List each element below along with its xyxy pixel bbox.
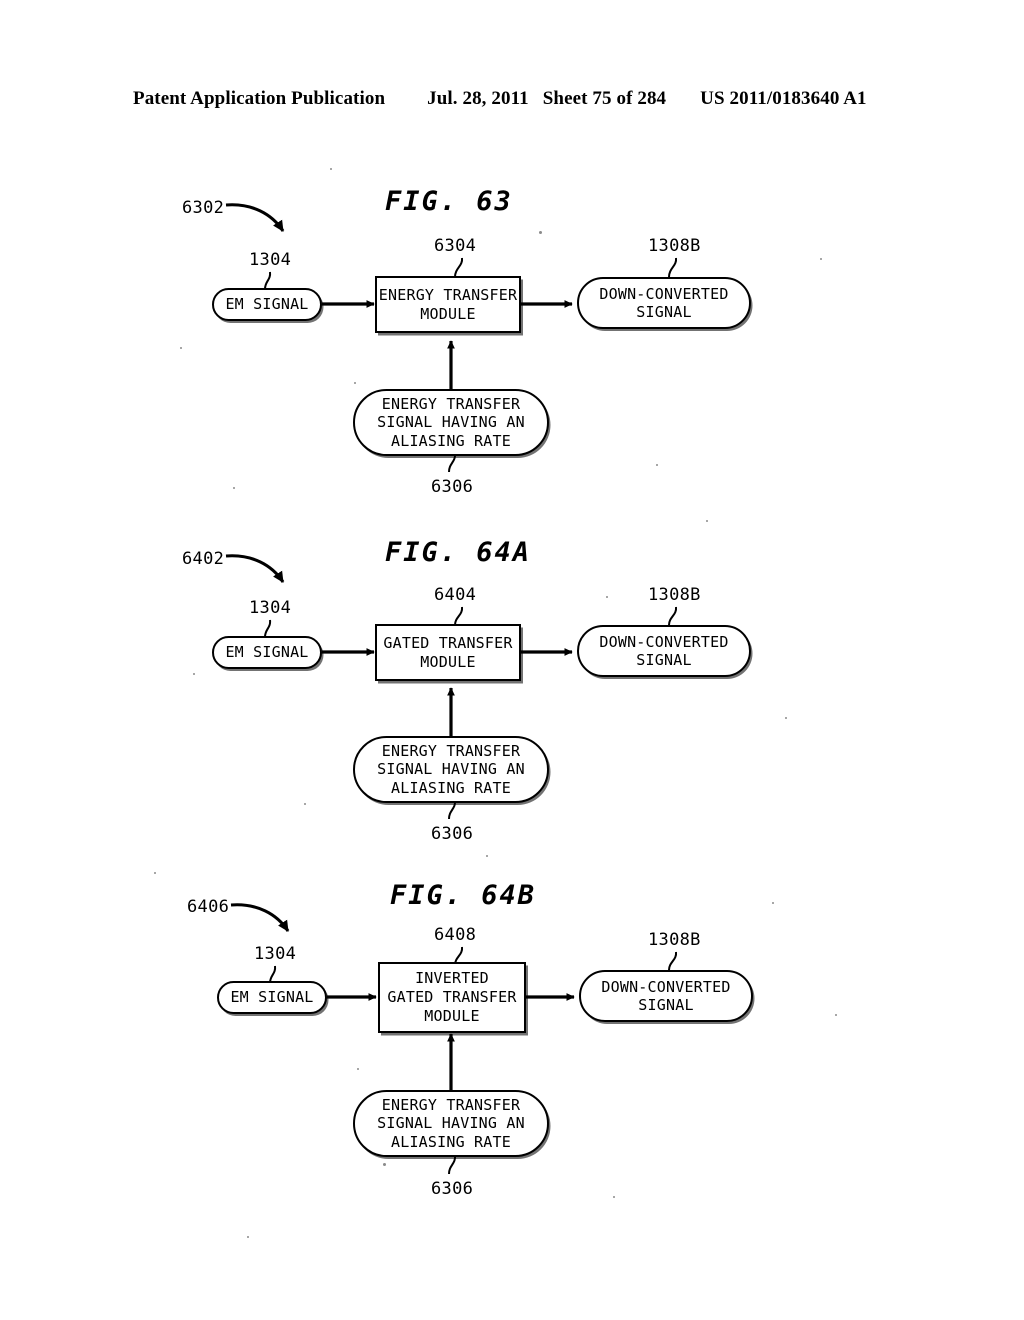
fig64a-system-arrow: [225, 554, 285, 583]
fig64a-em-signal-label: EM SIGNAL: [225, 643, 309, 662]
fig64b-control-line2: SIGNAL HAVING AN: [377, 1114, 525, 1133]
fig64a-module-ref: 6404: [434, 585, 477, 605]
fig63-output-ref: 1308B: [648, 236, 701, 256]
fig63-leader-1304: [264, 271, 272, 290]
fig63-system-ref: 6302: [182, 198, 225, 218]
fig63-transfer-signal-bubble: ENERGY TRANSFER SIGNAL HAVING AN ALIASIN…: [353, 389, 549, 456]
fig64a-control-line2: SIGNAL HAVING AN: [377, 760, 525, 779]
fig63-control-line3: ALIASING RATE: [390, 431, 511, 450]
fig63-module-line2: MODULE: [420, 304, 476, 323]
header-document-number: US 2011/0183640 A1: [700, 88, 867, 109]
fig64b-control-line3: ALIASING RATE: [390, 1132, 511, 1151]
fig63-control-line2: SIGNAL HAVING AN: [377, 413, 525, 432]
header-sheet: Sheet 75 of 284: [542, 88, 667, 109]
fig64b-leader-1308b: [668, 951, 678, 971]
fig63-title: FIG. 63: [385, 186, 513, 217]
fig64b-output-ref: 1308B: [648, 930, 701, 950]
fig64a-output-line1: DOWN-CONVERTED: [599, 632, 729, 651]
fig64a-control-line1: ENERGY TRANSFER: [381, 742, 521, 761]
fig64a-module-line1: GATED TRANSFER: [383, 633, 513, 652]
fig63-output-line2: SIGNAL: [636, 303, 692, 321]
fig64b-module-box: INVERTED GATED TRANSFER MODULE: [378, 962, 526, 1033]
header-date: Jul. 28, 2011: [427, 88, 529, 109]
fig64b-input-ref: 1304: [254, 944, 297, 964]
fig64a-control-ref: 6306: [431, 824, 474, 844]
fig63-control-line1: ENERGY TRANSFER: [381, 395, 521, 414]
fig64b-output-line2: SIGNAL: [638, 996, 694, 1014]
fig64b-title: FIG. 64B: [390, 880, 537, 911]
page-header: Patent Application Publication Jul. 28, …: [133, 88, 893, 110]
fig63-input-ref: 1304: [249, 250, 292, 270]
header-publication: Patent Application Publication: [133, 88, 386, 109]
fig64b-module-line3: MODULE: [424, 1006, 480, 1025]
fig64a-system-ref: 6402: [182, 549, 225, 569]
fig64b-system-ref: 6406: [187, 897, 230, 917]
fig63-leader-1308b: [668, 257, 678, 278]
fig63-down-converted-bubble: DOWN-CONVERTED SIGNAL: [577, 277, 751, 329]
fig63-leader-6304: [454, 257, 464, 278]
fig63-system-arrow: [225, 203, 285, 232]
fig64a-output-ref: 1308B: [648, 585, 701, 605]
fig64b-control-line1: ENERGY TRANSFER: [381, 1096, 521, 1115]
fig64b-output-line1: DOWN-CONVERTED: [601, 977, 731, 996]
fig63-module-box: ENERGY TRANSFER MODULE: [375, 276, 521, 333]
fig63-output-line1: DOWN-CONVERTED: [599, 284, 729, 303]
fig64b-module-line2: GATED TRANSFER: [387, 988, 517, 1007]
fig64b-down-converted-bubble: DOWN-CONVERTED SIGNAL: [579, 970, 753, 1022]
fig64b-module-ref: 6408: [434, 925, 477, 945]
fig64b-transfer-signal-bubble: ENERGY TRANSFER SIGNAL HAVING AN ALIASIN…: [353, 1090, 549, 1157]
fig64a-module-box: GATED TRANSFER MODULE: [375, 624, 521, 681]
fig64a-down-converted-bubble: DOWN-CONVERTED SIGNAL: [577, 625, 751, 677]
fig64a-control-line3: ALIASING RATE: [390, 778, 511, 797]
fig64b-em-signal-bubble: EM SIGNAL: [217, 981, 327, 1014]
fig64b-module-line1: INVERTED: [415, 969, 489, 988]
fig64a-output-line2: SIGNAL: [636, 651, 692, 669]
fig64a-leader-6404: [454, 606, 464, 626]
fig64a-input-ref: 1304: [249, 598, 292, 618]
fig64b-leader-6306: [448, 1154, 457, 1175]
fig63-control-ref: 6306: [431, 477, 474, 497]
fig64a-em-signal-bubble: EM SIGNAL: [212, 636, 322, 669]
fig64b-em-signal-label: EM SIGNAL: [230, 988, 314, 1007]
fig64a-leader-1304: [264, 619, 272, 638]
fig63-em-signal-bubble: EM SIGNAL: [212, 288, 322, 321]
fig63-module-line1: ENERGY TRANSFER: [378, 285, 518, 304]
fig64b-system-arrow: [230, 903, 290, 932]
fig64a-transfer-signal-bubble: ENERGY TRANSFER SIGNAL HAVING AN ALIASIN…: [353, 736, 549, 803]
fig64b-control-ref: 6306: [431, 1179, 474, 1199]
fig63-module-ref: 6304: [434, 236, 477, 256]
fig64a-leader-1308b: [668, 606, 678, 626]
fig63-em-signal-label: EM SIGNAL: [225, 295, 309, 314]
fig64a-module-line2: MODULE: [420, 652, 476, 671]
fig64a-title: FIG. 64A: [385, 537, 532, 568]
